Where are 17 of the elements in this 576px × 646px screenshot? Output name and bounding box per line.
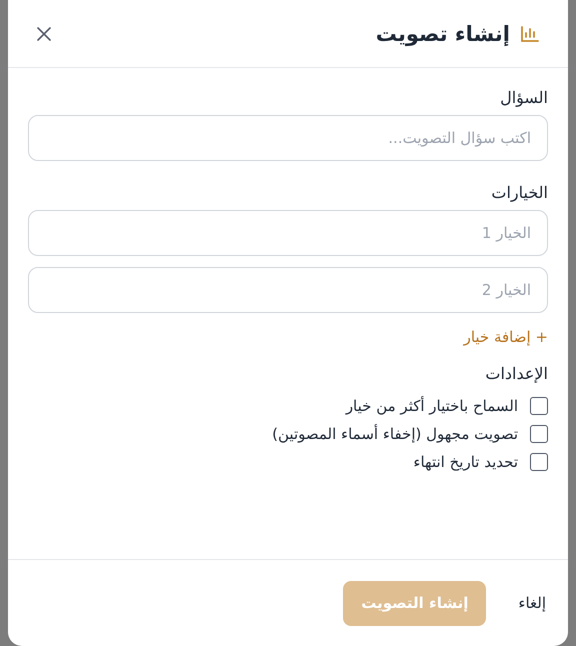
- section-label: الخيارات: [491, 183, 548, 202]
- checkbox-label: تحديد تاريخ انتهاء: [413, 453, 518, 471]
- field-label: السؤال: [500, 88, 548, 107]
- section-label: الإعدادات: [485, 364, 548, 383]
- cancel-button[interactable]: إلغاء: [516, 586, 548, 620]
- checkbox[interactable]: [530, 453, 548, 471]
- option-field[interactable]: الخيار 1: [28, 210, 548, 256]
- checkbox-label: السماح باختيار أكثر من خيار: [346, 397, 518, 415]
- close-icon[interactable]: [36, 26, 52, 42]
- bar-chart-icon: [520, 24, 540, 42]
- checkbox[interactable]: [530, 397, 548, 415]
- checkbox[interactable]: [530, 425, 548, 443]
- checkbox-label: تصويت مجهول (إخفاء أسماء المصوتين): [272, 425, 518, 443]
- question-field[interactable]: اكتب سؤال التصويت...: [28, 115, 548, 161]
- add-option-link[interactable]: + إضافة خيار: [464, 326, 548, 348]
- dialog-title: إنشاء تصويت: [376, 22, 510, 46]
- option-field[interactable]: الخيار 2: [28, 267, 548, 313]
